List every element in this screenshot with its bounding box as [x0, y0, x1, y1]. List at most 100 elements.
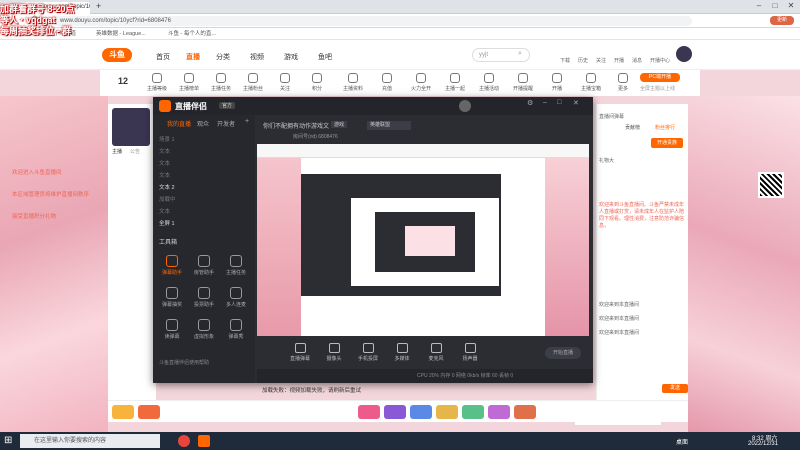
add-scene-icon[interactable]: + — [245, 118, 249, 125]
category-item[interactable]: 更多 — [606, 73, 640, 92]
control-speaker[interactable]: 扬声器 — [457, 343, 483, 362]
bookmark-item[interactable]: 英雄数据 - League... — [96, 30, 146, 38]
stream-category[interactable]: 游戏 — [331, 121, 348, 128]
category-item[interactable]: 主播活动 — [472, 73, 506, 92]
app-user-avatar[interactable] — [459, 100, 471, 112]
category-item[interactable]: 主播任务 — [204, 73, 238, 92]
gift-item[interactable] — [384, 405, 406, 419]
user-link-history[interactable]: 历史 — [578, 57, 588, 64]
chrome-icon[interactable] — [178, 435, 190, 447]
tool-danmu-show[interactable]: 弹幕秀 — [221, 319, 251, 340]
stream-preview[interactable] — [257, 144, 589, 336]
url-input[interactable]: www.douyu.com/topic/10ycf?rid=6808476 — [52, 16, 692, 26]
nav-video[interactable]: 视频 — [250, 52, 264, 62]
category-item[interactable]: 主播宝箱 — [574, 73, 608, 92]
tool-task[interactable]: 主播任务 — [221, 255, 251, 276]
category-item[interactable]: 开播 — [540, 73, 574, 92]
app-settings-icon[interactable]: ⚙ — [527, 99, 533, 107]
tray-desktop[interactable]: 桌面 — [676, 437, 688, 446]
search-icon[interactable]: ⌕ — [518, 50, 522, 58]
category-item[interactable]: 开播提醒 — [506, 73, 540, 92]
category-item[interactable]: 火力全开 — [404, 73, 438, 92]
new-tab-button[interactable]: + — [96, 1, 101, 11]
gift-item[interactable] — [488, 405, 510, 419]
category-item[interactable]: 积分 — [300, 73, 334, 92]
category-item[interactable]: 主播粉丝 — [236, 73, 270, 92]
control-camera[interactable]: 摄像头 — [321, 343, 347, 362]
left-message: 接受直播积分礼物 — [12, 214, 57, 220]
category-item[interactable]: 主播等级 — [140, 73, 174, 92]
tool-lottery[interactable]: 弹幕抽奖 — [157, 287, 187, 308]
scene-item[interactable]: 加载中 — [159, 195, 249, 206]
live-assistant-taskbar-icon[interactable] — [198, 435, 210, 447]
tab-developer[interactable]: 开发者 — [217, 119, 235, 128]
scene-item[interactable]: 文本 — [159, 171, 249, 182]
control-danmu[interactable]: 直播弹幕 — [287, 343, 313, 362]
gift-item[interactable] — [112, 405, 134, 419]
scene-item[interactable]: 文本 — [159, 159, 249, 170]
tool-admin[interactable]: 房管助手 — [189, 255, 219, 276]
send-button[interactable]: 发送 — [662, 384, 688, 393]
bookmark-item[interactable]: 斗鱼 - 每个人的直... — [168, 30, 216, 38]
help-link[interactable]: 斗鱼直播伴侣使用帮助 — [159, 359, 209, 366]
scene-item[interactable]: 文本 — [159, 147, 249, 158]
user-link-messages[interactable]: 消息 — [632, 57, 642, 64]
tool-avatar[interactable]: 虚拟形象 — [189, 319, 219, 340]
tool-read-danmu[interactable]: 读弹幕 — [157, 319, 187, 340]
site-logo[interactable]: 斗鱼 — [102, 48, 132, 62]
start-stream-button[interactable]: 开始直播 — [545, 347, 581, 359]
maximize-icon[interactable]: □ — [768, 0, 782, 12]
gift-item[interactable] — [138, 405, 160, 419]
stream-sub-select[interactable]: 英雄联盟 — [367, 121, 411, 130]
app-close-icon[interactable]: ✕ — [573, 99, 579, 107]
category-item[interactable]: 充值 — [370, 73, 404, 92]
update-button[interactable]: 更新 — [770, 16, 794, 25]
tool-danmu[interactable]: 弹幕助手 — [157, 255, 187, 276]
gift-item[interactable] — [462, 405, 484, 419]
tab-nobles[interactable]: 粉丝排行 — [655, 124, 675, 131]
gift-item[interactable] — [358, 405, 380, 419]
clock-date[interactable]: 2022/12/31 — [748, 441, 778, 447]
nav-category[interactable]: 分类 — [216, 52, 230, 62]
streamer-avatar[interactable] — [112, 108, 150, 146]
avatar[interactable] — [676, 46, 692, 62]
nav-game[interactable]: 游戏 — [284, 52, 298, 62]
tab-audience[interactable]: 观众 — [197, 119, 209, 128]
user-link-center[interactable]: 开播中心 — [650, 57, 670, 64]
taskbar-search-input[interactable]: 在这里输入你要搜索的内容 — [20, 434, 160, 448]
close-icon[interactable]: ✕ — [784, 0, 798, 12]
address-bar: ← → ⟳ www.douyu.com/topic/10ycf?rid=6808… — [0, 14, 800, 28]
chat-message: 欢迎来到本直播间 — [599, 302, 640, 308]
control-media[interactable]: 多媒体 — [389, 343, 415, 362]
user-link-stream[interactable]: 开播 — [614, 57, 624, 64]
overlay-text-3: 每周抽奖排位 - 群 — [0, 26, 71, 36]
pc-stream-badge[interactable]: PC端开播 — [640, 73, 680, 82]
category-item[interactable]: 主播一起 — [438, 73, 472, 92]
scene-item[interactable]: 文本 2 — [159, 183, 249, 194]
windows-start-icon[interactable]: ⊞ — [4, 435, 12, 447]
scene-item[interactable]: 场景 1 — [159, 135, 249, 146]
gift-item[interactable] — [436, 405, 458, 419]
control-phone[interactable]: 手机投屏 — [355, 343, 381, 362]
nav-fishbar[interactable]: 鱼吧 — [318, 52, 332, 62]
user-link-follow[interactable]: 关注 — [596, 57, 606, 64]
open-noble-button[interactable]: 开通贵族 — [651, 138, 683, 148]
scene-item[interactable]: 全屏 1 — [159, 219, 249, 230]
tool-vote[interactable]: 投票助手 — [189, 287, 219, 308]
gift-item[interactable] — [514, 405, 536, 419]
user-link-download[interactable]: 下载 — [560, 57, 570, 64]
nav-home[interactable]: 首页 — [156, 52, 170, 62]
app-minimize-icon[interactable]: – — [543, 99, 547, 106]
tab-contribution[interactable]: 贡献榜 — [625, 124, 640, 131]
category-item[interactable]: 关注 — [268, 73, 302, 92]
scene-item[interactable]: 文本 — [159, 207, 249, 218]
app-maximize-icon[interactable]: □ — [557, 99, 561, 106]
tool-multi-mic[interactable]: 多人连麦 — [221, 287, 251, 308]
nav-live[interactable]: 直播 — [186, 52, 200, 62]
control-mic[interactable]: 麦克风 — [423, 343, 449, 362]
tab-my-stream[interactable]: 我的直播 — [167, 119, 191, 128]
gift-item[interactable] — [410, 405, 432, 419]
category-item[interactable]: 主播榜单 — [172, 73, 206, 92]
minimize-icon[interactable]: – — [752, 0, 766, 12]
category-item[interactable]: 主播资料 — [336, 73, 370, 92]
